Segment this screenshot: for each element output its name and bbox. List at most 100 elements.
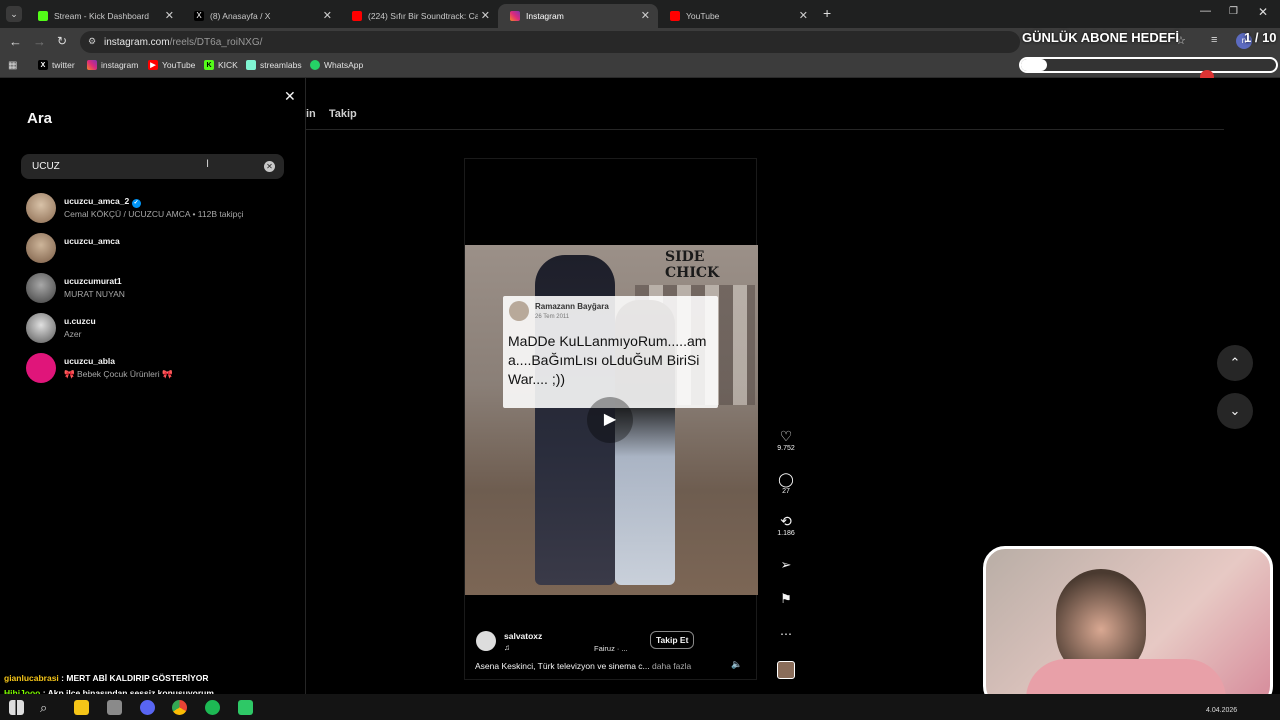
save-icon[interactable]: ⚑ — [772, 591, 800, 607]
search-result[interactable]: ucuzcu_amca — [26, 233, 296, 265]
browser-tab-instagram[interactable]: Instagram ✕ — [498, 4, 658, 28]
tab-partial[interactable]: in — [306, 108, 316, 120]
close-icon[interactable]: ✕ — [165, 9, 174, 22]
discord-icon[interactable] — [140, 700, 155, 715]
comment-action[interactable]: ◯ 27 — [772, 471, 800, 495]
close-icon[interactable]: ✕ — [323, 9, 332, 22]
result-subtitle: Azer — [64, 329, 82, 339]
spotify-icon[interactable] — [205, 700, 220, 715]
app-icon[interactable] — [238, 700, 253, 715]
clear-search-icon[interactable]: ✕ — [264, 161, 275, 172]
forward-icon[interactable]: → — [33, 34, 46, 49]
reel-player[interactable]: SIDE CHICK Ramazann Bayğara 26 Tem 2011 … — [464, 158, 758, 680]
previous-reel-button[interactable]: ⌃ — [1217, 345, 1253, 381]
next-reel-button[interactable]: ⌄ — [1217, 393, 1253, 429]
browser-tab-youtube-soundtrack[interactable]: (224) Sıfır Bir Soundtrack: Cash ✕ — [340, 4, 498, 28]
follow-button[interactable]: Takip Et — [650, 631, 695, 649]
windows-start-icon[interactable] — [9, 700, 24, 715]
search-result[interactable]: u.cuzcu Azer — [26, 313, 296, 345]
repost-icon[interactable]: ⟲ — [772, 513, 800, 530]
like-count: 9.752 — [777, 445, 795, 452]
minimize-icon[interactable]: — — [1200, 5, 1211, 17]
site-info-icon[interactable]: ⚙ — [88, 36, 96, 47]
comment-icon[interactable]: ◯ — [772, 471, 800, 488]
more-options-icon[interactable]: ⋯ — [772, 627, 800, 641]
search-panel: Ara ✕ UCUZ I ✕ ucuzcu_amca_2 ✓ Cemal KÖK… — [0, 78, 306, 694]
bookmark-twitter[interactable]: Xtwitter — [38, 60, 75, 70]
heart-icon[interactable]: ♡ — [772, 428, 800, 445]
reel-caption: Asena Keskinci, Türk televizyon ve sinem… — [475, 661, 650, 671]
bookmark-youtube[interactable]: ▶ YouTube — [148, 60, 195, 70]
restore-icon[interactable]: ❐ — [1229, 6, 1238, 17]
mute-icon[interactable]: 🔈 — [731, 659, 742, 670]
whatsapp-icon — [310, 60, 320, 70]
window-close-icon[interactable]: ✕ — [1258, 5, 1268, 19]
streamlabs-icon — [246, 60, 256, 70]
x-icon: X — [194, 11, 204, 21]
chat-message: gianlucabrasi : MERT ABİ KALDIRIP GÖSTER… — [4, 673, 209, 683]
share-icon[interactable]: ➢ — [772, 557, 800, 573]
avatar — [26, 193, 56, 223]
close-search-icon[interactable]: ✕ — [284, 88, 296, 105]
tab-search-icon[interactable]: ⌄ — [6, 6, 22, 22]
music-note-icon: ♫ — [504, 643, 510, 652]
screenshot-post-card: Ramazann Bayğara 26 Tem 2011 MaDDe KuLLa… — [503, 296, 718, 408]
search-title: Ara — [27, 110, 53, 127]
url-path: /reels/DT6a_roiNXG/ — [169, 36, 263, 48]
bookmark-instagram[interactable]: instagram — [87, 60, 138, 70]
play-icon[interactable]: ▶ — [587, 397, 633, 443]
back-icon[interactable]: ← — [9, 34, 22, 49]
x-icon: X — [38, 60, 48, 70]
address-bar[interactable]: ⚙ instagram.com/reels/DT6a_roiNXG/ — [80, 31, 1020, 53]
text-cursor-icon: I — [206, 158, 210, 170]
browser-tab-x[interactable]: X (8) Anasayfa / X ✕ — [182, 4, 340, 28]
chrome-icon[interactable] — [172, 700, 187, 715]
search-icon[interactable]: ⌕ — [40, 700, 55, 715]
divider — [306, 129, 1224, 130]
browser-tab-youtube[interactable]: YouTube ✕ — [658, 4, 816, 28]
webcam-overlay — [983, 546, 1273, 708]
close-icon[interactable]: ✕ — [641, 9, 650, 22]
reel-banner: SIDE CHICK — [665, 249, 720, 281]
chat-user: gianlucabrasi — [4, 673, 59, 683]
result-username: ucuzcu_amca — [64, 236, 120, 246]
apps-icon[interactable]: ▦ — [8, 60, 17, 71]
post-date: 26 Tem 2011 — [535, 314, 570, 320]
reels-tabs: in Takip — [306, 108, 357, 120]
post-author: Ramazann Bayğara — [535, 302, 609, 311]
tab-following[interactable]: Takip — [329, 108, 357, 120]
file-explorer-icon[interactable] — [74, 700, 89, 715]
instagram-icon — [87, 60, 97, 70]
bookmark-whatsapp[interactable]: WhatsApp — [310, 60, 363, 70]
reload-icon[interactable]: ↻ — [57, 34, 67, 48]
bookmark-streamlabs[interactable]: streamlabs — [246, 60, 302, 70]
post-text: MaDDe KuLLanmıyoRum.....ama....BaĞımLısı… — [508, 333, 707, 387]
result-username: u.cuzcu — [64, 316, 96, 326]
browser-tab-kick[interactable]: Stream - Kick Dashboard ✕ — [26, 4, 182, 28]
bookmark-kick[interactable]: K KICK — [204, 60, 238, 70]
taskbar-date: 4.04.2026 — [1206, 707, 1238, 714]
repost-action[interactable]: ⟲ 1.186 — [772, 513, 800, 537]
audio-thumbnail[interactable] — [777, 661, 795, 679]
search-result[interactable]: ucuzcu_abla 🎀 Bebek Çocuk Ürünleri 🎀 — [26, 353, 296, 385]
browser-tab-strip: ⌄ Stream - Kick Dashboard ✕ X (8) Anasay… — [0, 0, 1280, 28]
result-username: ucuzcu_amca_2 — [64, 196, 130, 206]
media-icon[interactable]: ≡ — [1211, 34, 1217, 46]
more-link[interactable]: daha fazla — [652, 661, 691, 671]
reel-username[interactable]: salvatoxz — [504, 631, 542, 641]
subscriber-goal-bar — [1019, 57, 1278, 73]
close-icon[interactable]: ✕ — [799, 9, 808, 22]
avatar[interactable] — [476, 631, 496, 651]
app-icon[interactable] — [107, 700, 122, 715]
search-result[interactable]: ucuzcu_amca_2 ✓ Cemal KÖKÇÜ / UCUZCU AMC… — [26, 193, 296, 225]
close-icon[interactable]: ✕ — [481, 9, 490, 22]
new-tab-button[interactable]: + — [823, 5, 831, 21]
subscriber-goal-title: GÜNLÜK ABONE HEDEFİ — [1022, 30, 1179, 45]
avatar — [509, 301, 529, 321]
like-action[interactable]: ♡ 9.752 — [772, 428, 800, 452]
kick-icon: K — [204, 60, 214, 70]
search-input[interactable]: UCUZ I ✕ — [21, 154, 284, 179]
reel-audio[interactable]: Fairuz · ... — [594, 644, 628, 653]
chat-text: MERT ABİ KALDIRIP GÖSTERİYOR — [66, 673, 209, 683]
search-result[interactable]: ucuzcumurat1 MURAT NUYAN — [26, 273, 296, 305]
